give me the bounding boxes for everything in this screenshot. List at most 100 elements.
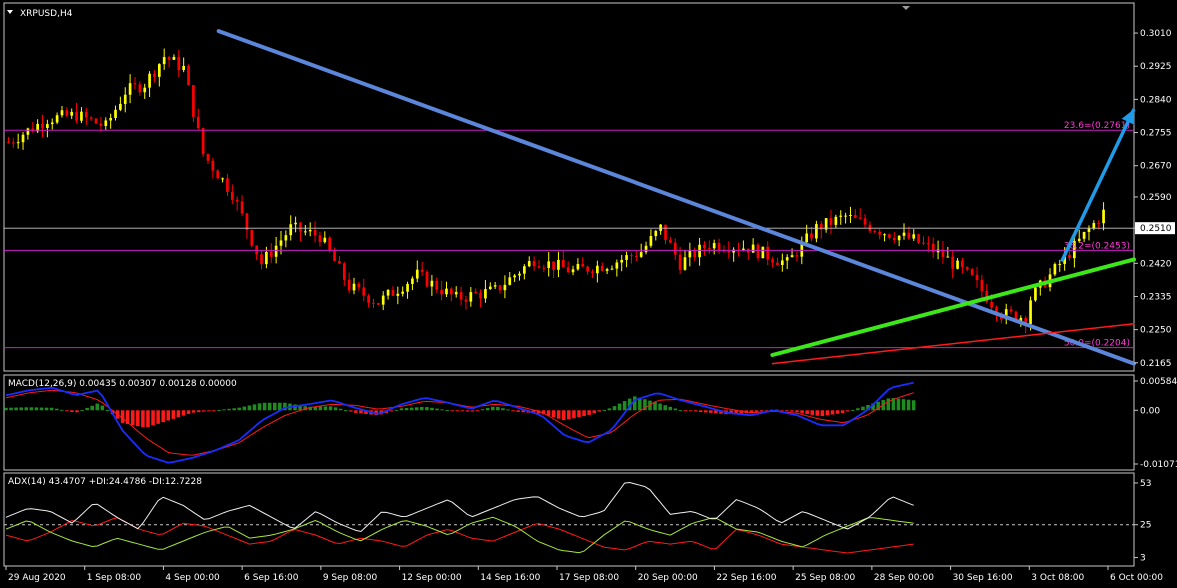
macd-histogram-bar <box>485 407 490 411</box>
macd-histogram-bar <box>653 402 657 411</box>
candle-body <box>381 295 385 305</box>
candle-body <box>119 103 122 110</box>
macd-histogram-bar <box>851 409 855 411</box>
fib-level-label: 38.2=(0.2453) <box>1064 241 1130 251</box>
time-tick-label: 17 Sep 08:00 <box>559 573 619 583</box>
candle-body <box>664 224 667 240</box>
candle-body <box>610 268 614 270</box>
candle-body <box>727 250 731 253</box>
candle-body <box>114 109 117 118</box>
macd-tick-label: 0.00584 <box>1140 377 1177 387</box>
macd-histogram-bar <box>186 410 191 414</box>
macd-histogram-bar <box>840 410 845 413</box>
candle-body <box>323 237 327 243</box>
candle-body <box>907 232 911 239</box>
candle-body <box>630 255 633 257</box>
candle-body <box>844 215 847 217</box>
macd-histogram-bar <box>338 408 343 411</box>
candle-body <box>975 274 979 281</box>
candle-body <box>586 266 589 272</box>
candle-body <box>698 244 701 258</box>
macd-histogram-bar <box>54 408 59 411</box>
macd-histogram-bar <box>328 406 333 411</box>
macd-histogram-bar <box>272 402 277 411</box>
candle-body <box>532 261 536 267</box>
candle-body <box>99 123 103 126</box>
macd-histogram-bar <box>24 407 29 411</box>
candle-body <box>60 110 64 116</box>
candle-body <box>401 291 405 294</box>
macd-histogram-bar <box>354 410 358 413</box>
macd-histogram-bar <box>845 410 850 412</box>
candle-body <box>634 255 638 257</box>
macd-histogram-bar <box>491 406 495 411</box>
candle-body <box>795 255 799 257</box>
macd-histogram-bar <box>673 408 678 411</box>
candle-body <box>596 265 599 274</box>
candle-body <box>279 240 283 246</box>
candle-body <box>561 259 565 268</box>
candle-body <box>308 229 312 232</box>
macd-histogram-bar <box>19 407 23 411</box>
candle-body <box>518 273 521 276</box>
macd-histogram-bar <box>886 398 891 411</box>
candle-body <box>605 269 609 271</box>
macd-histogram-bar <box>196 410 201 413</box>
price-tick-label: 0.2755 <box>1140 129 1172 139</box>
time-tick-label: 29 Aug 2020 <box>8 573 66 583</box>
candle-body <box>221 178 224 180</box>
macd-histogram-bar <box>247 405 252 411</box>
candle-body <box>459 292 463 300</box>
candle-body <box>858 217 862 219</box>
macd-histogram-bar <box>698 410 703 412</box>
time-tick-label: 12 Sep 00:00 <box>402 573 462 583</box>
candle-body <box>888 234 891 238</box>
candle-body <box>372 302 375 304</box>
candle-body <box>571 269 575 273</box>
time-tick-label: 22 Sep 16:00 <box>716 573 776 583</box>
macd-histogram-bar <box>800 410 804 414</box>
time-tick-label: 20 Sep 00:00 <box>638 573 698 583</box>
candle-body <box>576 263 580 270</box>
macd-histogram-bar <box>440 409 444 411</box>
candle-body <box>790 255 794 258</box>
candle-body <box>420 269 424 272</box>
macd-histogram-bar <box>460 410 465 412</box>
candle-body <box>639 252 643 257</box>
candle-body <box>167 57 171 60</box>
candle-body <box>177 56 181 70</box>
macd-histogram-bar <box>683 410 688 412</box>
time-tick-label: 9 Sep 08:00 <box>323 573 378 583</box>
candle-body <box>1053 264 1057 275</box>
macd-histogram-bar <box>29 407 34 411</box>
candle-body <box>230 191 234 200</box>
candle-body <box>693 250 697 258</box>
candle-body <box>313 229 317 236</box>
candle-body <box>450 288 453 295</box>
macd-histogram-bar <box>516 410 520 412</box>
candle-body <box>834 216 838 225</box>
candle-body <box>182 65 185 70</box>
candle-body <box>425 271 429 287</box>
macd-histogram-bar <box>896 398 901 411</box>
macd-histogram-bar <box>34 407 39 411</box>
macd-histogram-bar <box>389 410 394 412</box>
candle-body <box>269 251 273 257</box>
candle-body <box>717 243 721 251</box>
candle-body <box>411 278 414 284</box>
macd-histogram-bar <box>95 403 100 411</box>
macd-histogram-bar <box>227 408 231 411</box>
macd-histogram-bar <box>567 410 571 420</box>
macd-histogram-bar <box>435 408 439 411</box>
macd-histogram-bar <box>181 410 186 416</box>
macd-histogram-bar <box>577 410 581 418</box>
candle-body <box>839 215 843 217</box>
macd-histogram-bar <box>561 410 566 421</box>
macd-tick-label: 0.00 <box>1140 406 1160 416</box>
candle-body <box>649 236 653 246</box>
candle-body <box>454 292 458 295</box>
candle-body <box>961 260 964 268</box>
macd-histogram-bar <box>414 407 419 411</box>
candle-body <box>201 128 205 155</box>
macd-histogram-bar <box>709 410 713 413</box>
